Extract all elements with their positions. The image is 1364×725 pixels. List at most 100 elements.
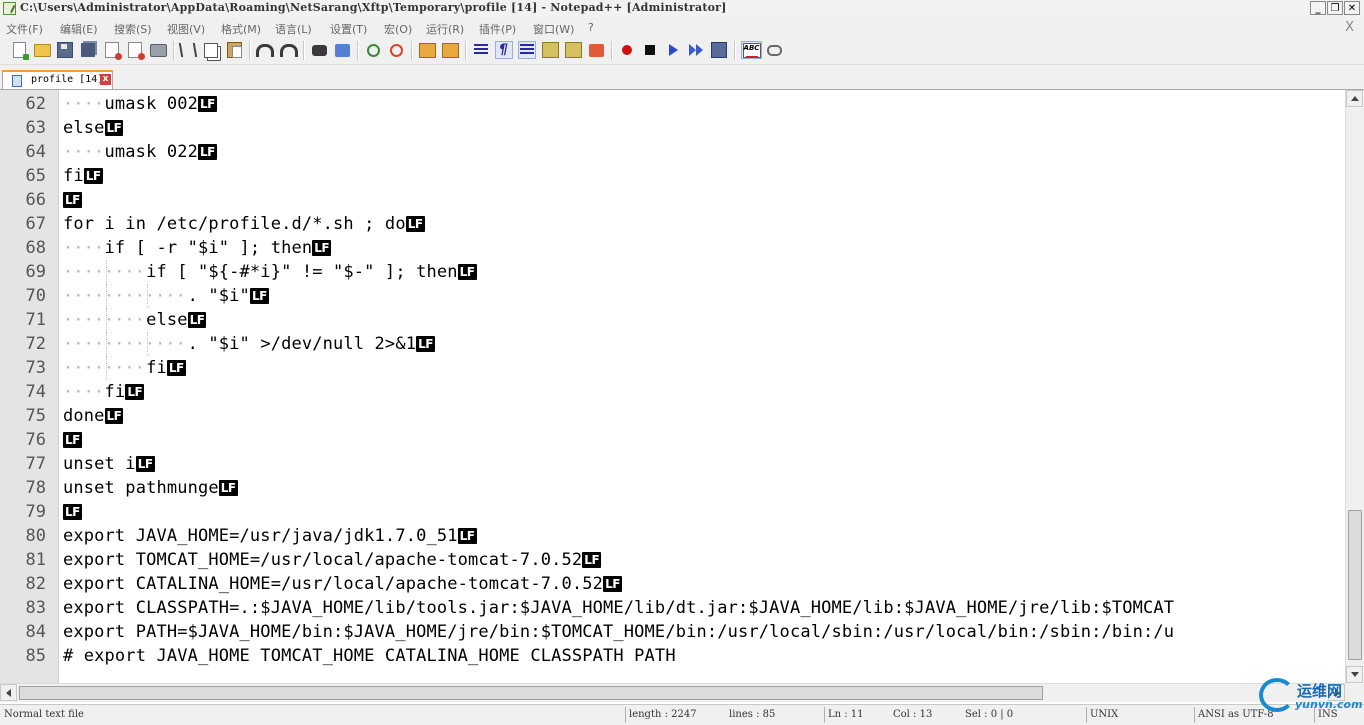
menu-format[interactable]: 格式(M) xyxy=(221,21,261,37)
scroll-up-icon[interactable] xyxy=(1346,90,1363,107)
save-macro-icon[interactable] xyxy=(710,41,728,59)
editor-area[interactable]: 62 ···· umask 002 LF 63 else LF 64 ···· umask 022… xyxy=(0,90,1345,683)
code-line[interactable]: 74 ···· fi LF xyxy=(0,380,1345,404)
code-line[interactable]: 65 fi LF xyxy=(0,164,1345,188)
redo-icon[interactable] xyxy=(280,41,298,59)
close-all-icon[interactable] xyxy=(126,41,145,60)
sync-horizontal-icon[interactable] xyxy=(441,41,459,59)
language-icon[interactable] xyxy=(541,41,559,59)
spell-check-icon[interactable]: ABC xyxy=(741,41,762,59)
code-line[interactable]: 63 else LF xyxy=(0,116,1345,140)
notepadpp-app-icon[interactable] xyxy=(3,2,16,15)
copy-icon[interactable] xyxy=(202,41,220,59)
line-number: 81 xyxy=(25,550,46,570)
code-line[interactable]: 81 export TOMCAT_HOME=/usr/local/apache-t… xyxy=(0,548,1345,572)
horizontal-scroll-thumb[interactable] xyxy=(19,686,1043,700)
menu-help[interactable]: ? xyxy=(588,21,594,34)
menu-window[interactable]: 窗口(W) xyxy=(533,21,574,37)
save-icon[interactable] xyxy=(56,41,74,59)
code-line[interactable]: 67 for i in /etc/profile.d/*.sh ; do LF xyxy=(0,212,1345,236)
code-text: unset i xyxy=(63,454,136,474)
code-line[interactable]: 85 # export JAVA_HOME TOMCAT_HOME CATALIN… xyxy=(0,644,1345,668)
paste-icon[interactable] xyxy=(225,41,243,59)
status-eol-format[interactable]: UNIX xyxy=(1086,707,1194,723)
print-icon[interactable] xyxy=(149,41,167,59)
menu-macro[interactable]: 宏(O) xyxy=(384,21,412,37)
menu-file[interactable]: 文件(F) xyxy=(6,21,43,37)
zoom-out-icon[interactable] xyxy=(387,41,405,59)
code-line[interactable]: 83 export CLASSPATH=.:$JAVA_HOME/lib/tool… xyxy=(0,596,1345,620)
undo-icon[interactable] xyxy=(256,41,274,59)
line-number: 79 xyxy=(25,502,46,522)
close-file-icon[interactable] xyxy=(103,41,122,60)
code-line[interactable]: 71 ········ else LF xyxy=(0,308,1345,332)
menu-settings[interactable]: 设置(T) xyxy=(330,21,367,37)
eol-marker: LF xyxy=(405,216,425,232)
code-line[interactable]: 70 ············. "$i" LF xyxy=(0,284,1345,308)
eol-marker: LF xyxy=(198,96,217,112)
line-number: 83 xyxy=(25,598,46,618)
code-line[interactable]: 68 ···· if [ -r "$i" ]; then LF xyxy=(0,236,1345,260)
plugin-icon[interactable] xyxy=(765,41,783,59)
code-line[interactable]: 64 ···· umask 022 LF xyxy=(0,140,1345,164)
scroll-right-icon[interactable] xyxy=(1328,684,1345,701)
play-macro-icon[interactable] xyxy=(664,41,682,59)
cut-icon[interactable] xyxy=(178,41,198,59)
horizontal-scrollbar[interactable] xyxy=(0,683,1345,702)
code-line[interactable]: 80 export JAVA_HOME=/usr/java/jdk1.7.0_51… xyxy=(0,524,1345,548)
vertical-scrollbar[interactable] xyxy=(1345,90,1364,683)
sync-vertical-icon[interactable] xyxy=(418,41,436,59)
new-file-icon[interactable] xyxy=(10,41,29,60)
open-file-icon[interactable] xyxy=(33,41,51,59)
code-line[interactable]: 78 unset pathmunge LF xyxy=(0,476,1345,500)
code-line[interactable]: 79 LF xyxy=(0,500,1345,524)
whitespace-dots: ········ xyxy=(63,262,145,282)
menu-edit[interactable]: 编辑(E) xyxy=(60,21,98,37)
line-number: 76 xyxy=(25,430,46,450)
run-macro-multiple-icon[interactable] xyxy=(687,41,705,59)
find-icon[interactable] xyxy=(310,41,328,59)
menu-view[interactable]: 视图(V) xyxy=(167,21,205,37)
code-line[interactable]: 75 done LF xyxy=(0,404,1345,428)
stop-macro-icon[interactable] xyxy=(641,41,659,59)
scroll-left-icon[interactable] xyxy=(0,684,17,701)
save-all-icon[interactable] xyxy=(79,41,97,59)
document-map-icon[interactable] xyxy=(564,41,582,59)
code-line[interactable]: 72 ············. "$i" >/dev/null 2>&1 LF xyxy=(0,332,1345,356)
eol-marker: LF xyxy=(166,360,186,376)
show-all-chars-icon[interactable]: ¶ xyxy=(495,41,513,59)
code-line[interactable]: 76 LF xyxy=(0,428,1345,452)
indent-guide-icon[interactable] xyxy=(518,41,536,59)
code-text: for i in /etc/profile.d/*.sh ; do xyxy=(63,214,406,234)
menu-language[interactable]: 语言(L) xyxy=(275,21,312,37)
code-line[interactable]: 69 ········ if [ "${-#*i}" != "$-" ]; then… xyxy=(0,260,1345,284)
code-line[interactable]: 73 ········ fi LF xyxy=(0,356,1345,380)
window-title: C:\Users\Administrator\AppData\Roaming\N… xyxy=(20,1,727,14)
status-insert-mode[interactable]: INS xyxy=(1314,707,1364,723)
code-line[interactable]: 62 ···· umask 002 LF xyxy=(0,92,1345,116)
code-line[interactable]: 77 unset i LF xyxy=(0,452,1345,476)
record-macro-icon[interactable] xyxy=(618,41,636,59)
close-document-button[interactable]: X xyxy=(1345,20,1354,35)
code-line[interactable]: 66 LF xyxy=(0,188,1345,212)
menu-search[interactable]: 搜索(S) xyxy=(114,21,152,37)
minimize-button[interactable]: _ xyxy=(1310,1,1326,15)
status-encoding[interactable]: ANSI as UTF-8 xyxy=(1194,707,1314,723)
code-line[interactable]: 82 export CATALINA_HOME=/usr/local/apache… xyxy=(0,572,1345,596)
replace-icon[interactable] xyxy=(333,41,351,59)
code-line[interactable]: 84 export PATH=$JAVA_HOME/bin:$JAVA_HOME/… xyxy=(0,620,1345,644)
eol-marker: LF xyxy=(457,528,477,544)
menu-run[interactable]: 运行(R) xyxy=(426,21,464,37)
line-number: 70 xyxy=(25,286,46,306)
menu-plugins[interactable]: 插件(P) xyxy=(479,21,516,37)
tab-profile[interactable]: profile [14] x xyxy=(2,70,113,89)
word-wrap-icon[interactable] xyxy=(472,41,490,59)
close-window-button[interactable]: ✕ xyxy=(1344,1,1360,15)
folder-as-workspace-icon[interactable] xyxy=(587,41,605,59)
zoom-in-icon[interactable] xyxy=(364,41,382,59)
eol-marker: LF xyxy=(416,336,435,352)
tab-close-icon[interactable]: x xyxy=(100,74,111,85)
vertical-scroll-thumb[interactable] xyxy=(1348,510,1362,660)
scroll-down-icon[interactable] xyxy=(1346,666,1363,683)
restore-button[interactable]: ❐ xyxy=(1327,1,1343,15)
